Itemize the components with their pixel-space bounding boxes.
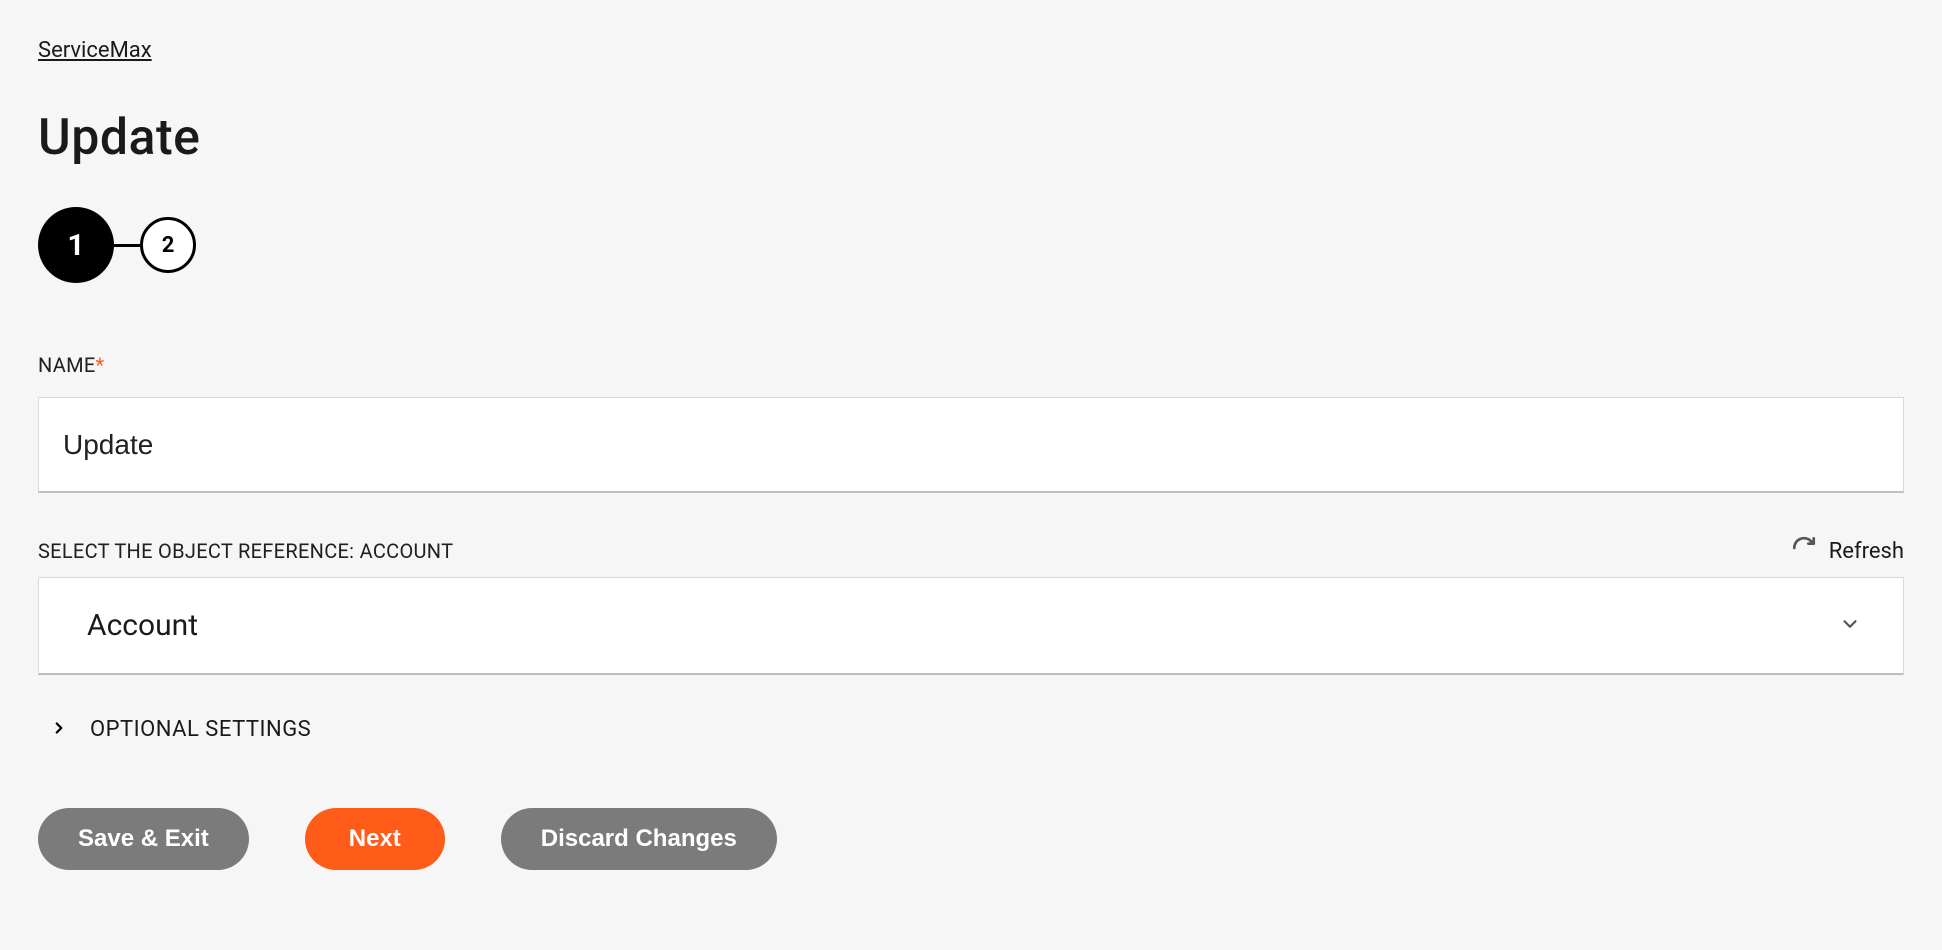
optional-settings-toggle[interactable]: OPTIONAL SETTINGS	[50, 717, 1904, 742]
object-reference-select[interactable]: Account	[38, 577, 1904, 675]
refresh-label: Refresh	[1829, 539, 1904, 564]
wizard-stepper: 1 2	[38, 207, 1904, 283]
name-input[interactable]	[38, 397, 1904, 493]
required-asterisk: *	[96, 353, 105, 377]
optional-settings-label: OPTIONAL SETTINGS	[90, 717, 311, 742]
page-title: Update	[38, 109, 1904, 167]
next-button[interactable]: Next	[305, 808, 445, 870]
chevron-down-icon	[1839, 613, 1861, 639]
discard-changes-button[interactable]: Discard Changes	[501, 808, 777, 870]
refresh-icon	[1791, 535, 1817, 567]
name-label-text: NAME	[38, 353, 96, 377]
object-reference-selected-value: Account	[87, 608, 198, 643]
name-label: NAME*	[38, 353, 1904, 377]
chevron-right-icon	[50, 719, 68, 741]
object-reference-field-block: SELECT THE OBJECT REFERENCE: ACCOUNT Ref…	[38, 535, 1904, 675]
refresh-button[interactable]: Refresh	[1791, 535, 1904, 567]
wizard-step-connector	[114, 244, 140, 247]
object-reference-label: SELECT THE OBJECT REFERENCE: ACCOUNT	[38, 539, 453, 563]
name-field-block: NAME*	[38, 353, 1904, 493]
wizard-step-1[interactable]: 1	[38, 207, 114, 283]
breadcrumb[interactable]: ServiceMax	[38, 38, 152, 63]
save-and-exit-button[interactable]: Save & Exit	[38, 808, 249, 870]
wizard-step-2[interactable]: 2	[140, 217, 196, 273]
action-button-row: Save & Exit Next Discard Changes	[38, 808, 1904, 870]
